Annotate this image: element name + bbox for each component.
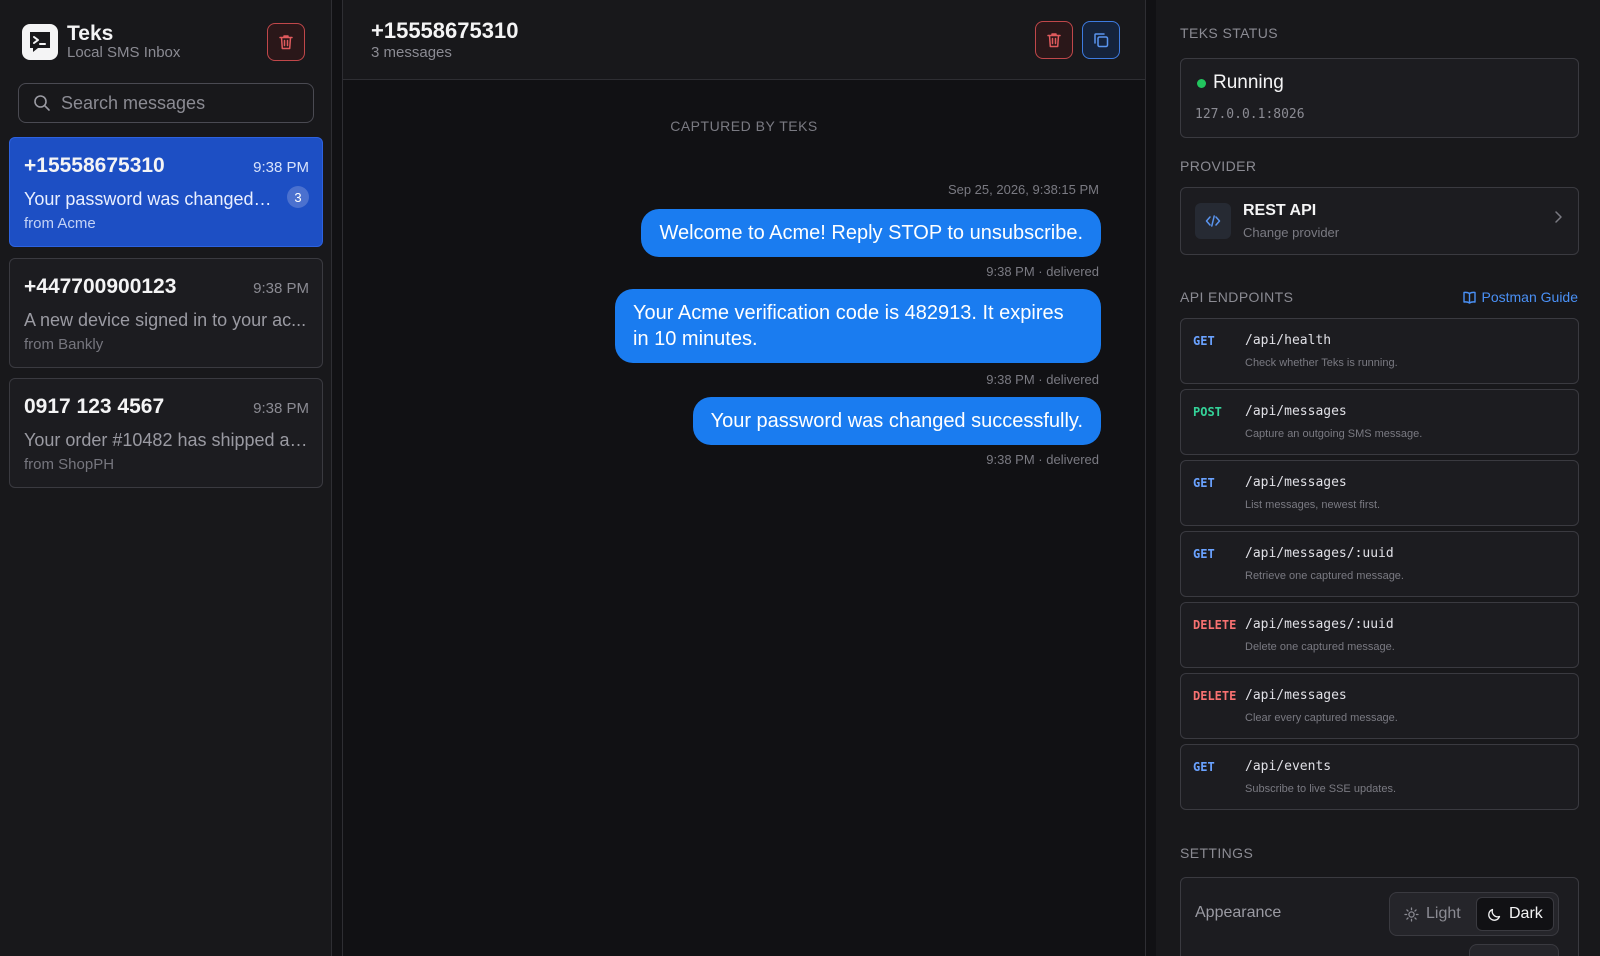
conversation-time: 9:38 PM: [253, 280, 309, 297]
conversation-sender: from Acme: [24, 215, 96, 232]
search-icon: [34, 95, 50, 111]
endpoint-path: /api/messages: [1245, 404, 1347, 419]
endpoint-path: /api/messages: [1245, 688, 1347, 703]
status-dot-icon: [1197, 79, 1206, 88]
app-subtitle: Local SMS Inbox: [67, 44, 181, 61]
message-meta: 9:38 PM · delivered: [986, 452, 1099, 467]
search-input[interactable]: [61, 92, 291, 114]
endpoint-description: Clear every captured message.: [1245, 712, 1398, 724]
endpoint-method: POST: [1193, 405, 1222, 419]
provider-name: REST API: [1243, 202, 1317, 219]
status-card: Running 127.0.0.1:8026: [1180, 58, 1579, 138]
conversation-sender: from ShopPH: [24, 456, 115, 473]
conversation-number: +447700900123: [24, 275, 177, 298]
captured-label: CAPTURED BY TEKS: [670, 118, 818, 134]
endpoint-row[interactable]: POST /api/messages Capture an outgoing S…: [1180, 389, 1579, 455]
copy-icon: [1094, 33, 1109, 48]
conversation-item[interactable]: 0917 123 4567 9:38 PM Your order #10482 …: [9, 378, 323, 488]
endpoint-row[interactable]: GET /api/health Check whether Teks is ru…: [1180, 318, 1579, 384]
sun-icon: [1404, 906, 1419, 922]
chevron-right-icon: [1552, 210, 1564, 229]
provider-card[interactable]: REST API Change provider: [1180, 187, 1579, 255]
endpoint-path: /api/messages/:uuid: [1245, 546, 1394, 561]
endpoint-method: DELETE: [1193, 618, 1237, 632]
app-name: Teks: [67, 22, 114, 45]
conversation-sidebar: Teks Local SMS Inbox +15558675310 9:38 P…: [0, 0, 332, 956]
conversation-preview: Your password was changed s...: [24, 189, 274, 209]
status-heading: TEKS STATUS: [1180, 25, 1279, 41]
message-bubble: Your password was changed successfully.: [692, 397, 1101, 445]
settings-heading: SETTINGS: [1180, 845, 1254, 861]
endpoint-row[interactable]: DELETE /api/messages/:uuid Delete one ca…: [1180, 602, 1579, 668]
postman-guide-link[interactable]: Postman Guide: [1462, 289, 1579, 305]
endpoint-method: DELETE: [1193, 689, 1237, 703]
postman-guide-label: Postman Guide: [1481, 289, 1579, 305]
endpoint-path: /api/health: [1245, 333, 1332, 348]
message-bubble: Welcome to Acme! Reply STOP to unsubscri…: [641, 209, 1101, 257]
settings-control-partial[interactable]: [1469, 944, 1559, 956]
trash-icon: [279, 35, 293, 50]
theme-dark-option[interactable]: Dark: [1476, 897, 1554, 931]
conversation-item[interactable]: +15558675310 9:38 PM Your password was c…: [9, 137, 323, 247]
conversation-time: 9:38 PM: [253, 159, 309, 176]
chat-title: +15558675310: [371, 18, 519, 43]
code-icon: [1195, 203, 1231, 239]
theme-dark-label: Dark: [1509, 905, 1543, 922]
appearance-label: Appearance: [1195, 904, 1282, 921]
endpoint-method: GET: [1193, 547, 1215, 561]
message-count: 3 messages: [371, 44, 452, 61]
conversation-time: 9:38 PM: [253, 400, 309, 417]
endpoint-row[interactable]: DELETE /api/messages Clear every capture…: [1180, 673, 1579, 739]
endpoint-description: Subscribe to live SSE updates.: [1245, 783, 1397, 795]
endpoint-row[interactable]: GET /api/events Subscribe to live SSE up…: [1180, 744, 1579, 810]
message-timestamp: Sep 25, 2026, 9:38:15 PM: [947, 182, 1099, 197]
change-provider-label: Change provider: [1243, 225, 1340, 240]
endpoint-description: Delete one captured message.: [1245, 641, 1395, 653]
endpoint-path: /api/events: [1245, 759, 1332, 774]
endpoint-description: Capture an outgoing SMS message.: [1245, 428, 1423, 440]
theme-toggle: Light Dark: [1389, 892, 1559, 936]
conversation-sender: from Bankly: [24, 336, 104, 353]
book-icon: [1462, 291, 1476, 304]
endpoint-row[interactable]: GET /api/messages List messages, newest …: [1180, 460, 1579, 526]
endpoint-description: Retrieve one captured message.: [1245, 570, 1404, 582]
chat-pane: +15558675310 3 messages CAPTURED BY TEKS…: [342, 0, 1146, 956]
endpoint-path: /api/messages: [1245, 475, 1347, 490]
delete-conversation-button[interactable]: [1035, 21, 1073, 59]
search-box[interactable]: [18, 83, 314, 123]
moon-icon: [1488, 908, 1501, 921]
chat-header: +15558675310 3 messages: [343, 0, 1145, 80]
message-bubble: Your Acme verification code is 482913. I…: [615, 289, 1101, 363]
endpoint-method: GET: [1193, 760, 1215, 774]
teks-logo-icon: [22, 24, 58, 60]
conversation-preview: Your order #10482 has shipped an...: [24, 430, 309, 450]
conversation-preview: A new device signed in to your ac...: [24, 310, 307, 330]
endpoint-description: Check whether Teks is running.: [1245, 357, 1398, 369]
conversation-number: 0917 123 4567: [24, 395, 165, 418]
endpoint-row[interactable]: GET /api/messages/:uuid Retrieve one cap…: [1180, 531, 1579, 597]
endpoint-description: List messages, newest first.: [1245, 499, 1381, 511]
theme-light-label: Light: [1426, 905, 1461, 922]
endpoint-method: GET: [1193, 334, 1215, 348]
settings-card: Appearance Light Dark: [1180, 877, 1579, 956]
conversation-item[interactable]: +447700900123 9:38 PM A new device signe…: [9, 258, 323, 368]
endpoint-path: /api/messages/:uuid: [1245, 617, 1394, 632]
unread-badge: 3: [287, 186, 309, 208]
conversation-number: +15558675310: [24, 154, 165, 177]
copy-conversation-button[interactable]: [1082, 21, 1120, 59]
message-meta: 9:38 PM · delivered: [986, 372, 1099, 387]
endpoints-heading: API ENDPOINTS: [1180, 289, 1294, 305]
trash-icon: [1047, 33, 1061, 48]
server-address: 127.0.0.1:8026: [1195, 107, 1305, 122]
endpoint-method: GET: [1193, 476, 1215, 490]
status-text: Running: [1213, 72, 1284, 93]
message-meta: 9:38 PM · delivered: [986, 264, 1099, 279]
theme-light-option[interactable]: Light: [1394, 897, 1471, 931]
provider-heading: PROVIDER: [1180, 158, 1257, 174]
info-panel: TEKS STATUS Running 127.0.0.1:8026 PROVI…: [1156, 0, 1600, 956]
clear-inbox-button[interactable]: [267, 23, 305, 61]
